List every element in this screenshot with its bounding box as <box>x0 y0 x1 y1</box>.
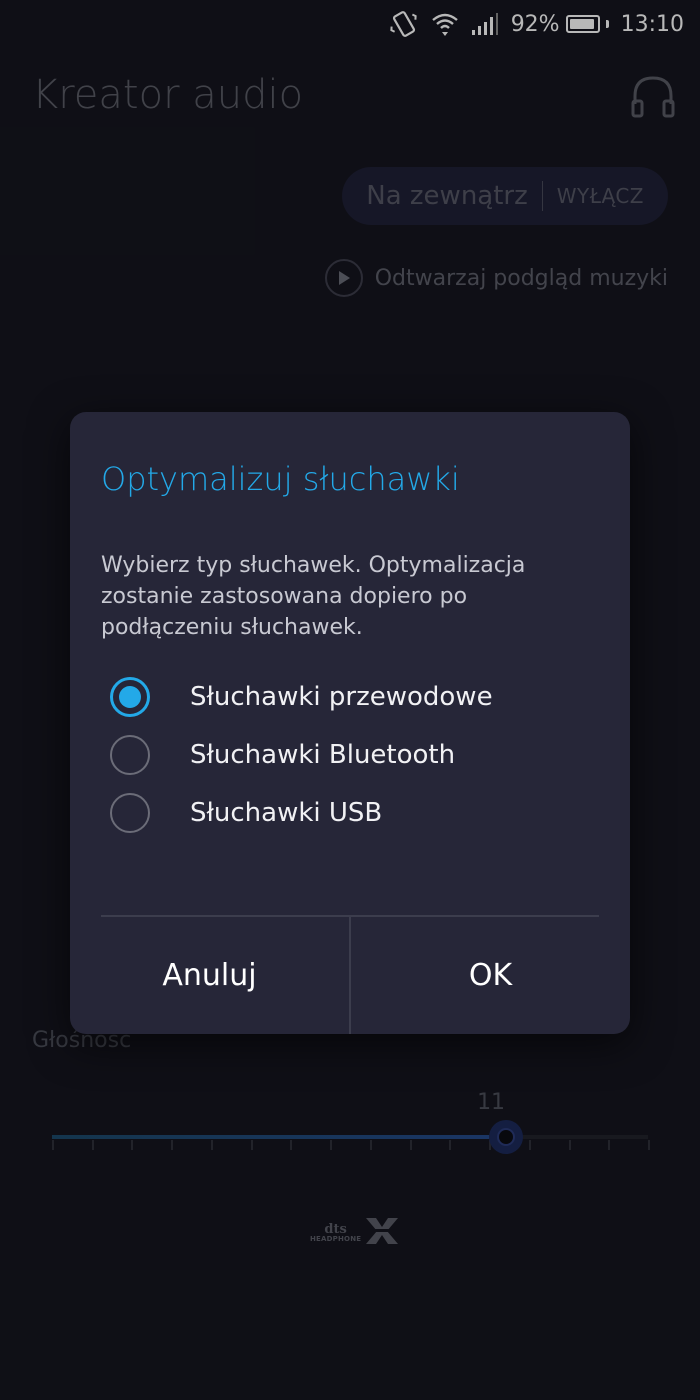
headphone-type-options: Słuchawki przewodowe Słuchawki Bluetooth… <box>110 668 610 842</box>
radio-button[interactable] <box>110 735 150 775</box>
radio-button[interactable] <box>110 677 150 717</box>
dialog-title: Optymalizuj słuchawki <box>101 460 460 498</box>
screen: 92% 13:10 Kreator audio Na zewnątrz WYŁĄ… <box>0 0 700 1400</box>
radio-button[interactable] <box>110 793 150 833</box>
option-label: Słuchawki USB <box>190 798 383 828</box>
dialog-message: Wybierz typ słuchawek. Optymalizacja zos… <box>101 553 526 640</box>
option-usb-headphones[interactable]: Słuchawki USB <box>110 784 610 842</box>
option-label: Słuchawki przewodowe <box>190 682 493 712</box>
option-wired-headphones[interactable]: Słuchawki przewodowe <box>110 668 610 726</box>
option-label: Słuchawki Bluetooth <box>190 740 456 770</box>
ok-button[interactable]: OK <box>351 917 630 1034</box>
option-bluetooth-headphones[interactable]: Słuchawki Bluetooth <box>110 726 610 784</box>
cancel-button[interactable]: Anuluj <box>70 917 349 1034</box>
optimize-headphones-dialog: Optymalizuj słuchawki Wybierz typ słucha… <box>70 412 630 1034</box>
